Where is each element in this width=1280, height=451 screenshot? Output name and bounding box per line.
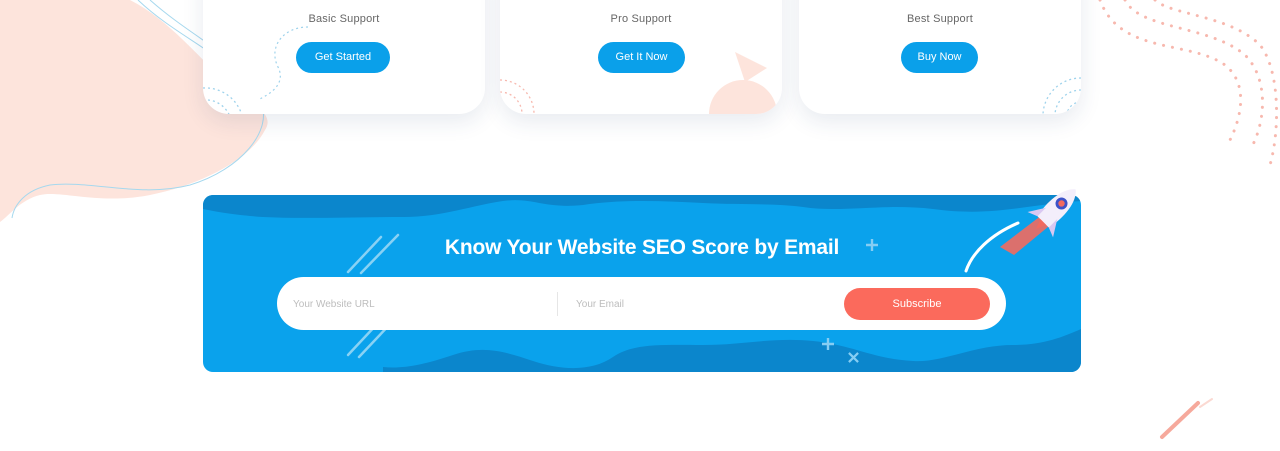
seo-score-banner: Know Your Website SEO Score by Email Sub…: [203, 195, 1081, 372]
pricing-card-best: Best Support Buy Now: [799, 0, 1081, 114]
dots-decoration: [1098, 0, 1279, 167]
plan-label: Pro Support: [610, 13, 672, 25]
plus-icon: [822, 338, 834, 350]
rocket-tail-decoration: [709, 52, 777, 114]
rings-decoration: [203, 87, 243, 114]
rings-decoration: [1042, 77, 1081, 114]
get-it-now-button[interactable]: Get It Now: [598, 42, 685, 73]
email-input[interactable]: [574, 287, 838, 322]
pricing-card-basic: Basic Support Get Started: [203, 0, 485, 114]
streak-icon: [1160, 398, 1213, 439]
plan-label: Best Support: [907, 13, 973, 25]
pricing-card-pro: Pro Support Get It Now: [500, 0, 782, 114]
rocket-icon: [964, 189, 1076, 273]
website-url-input[interactable]: [291, 287, 551, 322]
rings-decoration: [500, 79, 535, 114]
buy-now-button[interactable]: Buy Now: [901, 42, 978, 73]
cross-icon: [848, 352, 859, 363]
field-divider: [557, 292, 558, 316]
banner-title: Know Your Website SEO Score by Email: [444, 236, 840, 259]
plan-label: Basic Support: [308, 13, 380, 25]
subscribe-button[interactable]: Subscribe: [844, 288, 990, 320]
seo-email-form: Subscribe: [277, 277, 1006, 330]
plus-icon: [866, 239, 878, 251]
get-started-button[interactable]: Get Started: [296, 42, 390, 73]
